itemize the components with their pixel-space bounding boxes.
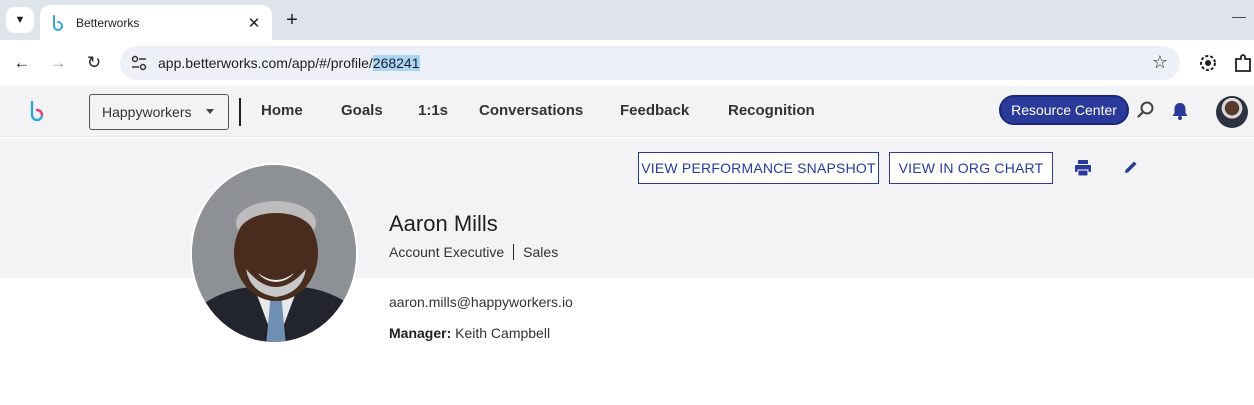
job-title-row: Account Executive Sales <box>389 244 558 260</box>
tab-close-icon[interactable]: ✕ <box>244 13 264 33</box>
profile-photo-illustration <box>192 165 356 342</box>
back-arrow-icon[interactable]: ← <box>9 50 35 76</box>
manager-label: Manager: <box>389 325 452 341</box>
betterworks-logo-icon[interactable] <box>26 100 48 122</box>
view-performance-snapshot-button[interactable]: VIEW PERFORMANCE SNAPSHOT <box>638 152 879 184</box>
search-icon[interactable] <box>1136 100 1156 120</box>
bookmark-star-icon[interactable]: ☆ <box>1152 52 1168 73</box>
browser-tabstrip: ▼ Betterworks ✕ + — <box>0 0 1254 40</box>
window-minimize-icon[interactable]: — <box>1232 8 1246 24</box>
profile-photo <box>190 163 358 344</box>
caret-down-icon <box>206 109 214 114</box>
extension-gear-icon[interactable] <box>1197 52 1219 74</box>
profile-header-band <box>0 138 1254 278</box>
site-info-tune-icon[interactable] <box>128 52 150 74</box>
edit-pencil-icon[interactable] <box>1123 159 1139 175</box>
nav-link-conversations[interactable]: Conversations <box>479 102 583 119</box>
title-separator <box>513 244 515 260</box>
url-text: app.betterworks.com/app/#/profile/268241 <box>158 55 420 71</box>
job-title: Account Executive <box>389 244 505 260</box>
manager-row: Manager: Keith Campbell <box>389 325 550 341</box>
extensions-puzzle-icon[interactable] <box>1232 52 1254 74</box>
forward-arrow-icon[interactable]: → <box>45 50 71 76</box>
profile-email[interactable]: aaron.mills@happyworkers.io <box>389 294 573 310</box>
address-bar[interactable]: app.betterworks.com/app/#/profile/268241… <box>120 46 1180 80</box>
nav-link-one-on-ones[interactable]: 1:1s <box>418 102 448 119</box>
nav-link-goals[interactable]: Goals <box>341 102 383 119</box>
notification-bell-icon[interactable] <box>1170 101 1190 121</box>
reload-icon[interactable]: ↻ <box>81 50 107 76</box>
nav-link-feedback[interactable]: Feedback <box>620 102 689 119</box>
resource-center-button[interactable]: Resource Center <box>999 95 1129 125</box>
browser-toolbar: ← → ↻ app.betterworks.com/app/#/profile/… <box>0 40 1254 86</box>
browser-tab[interactable]: Betterworks ✕ <box>40 5 272 40</box>
print-icon[interactable] <box>1073 158 1093 178</box>
tab-title: Betterworks <box>76 15 140 30</box>
betterworks-favicon-icon <box>53 14 63 31</box>
department: Sales <box>523 244 559 260</box>
nav-link-home[interactable]: Home <box>261 102 303 119</box>
organization-select-value: Happyworkers <box>102 104 192 120</box>
nav-link-recognition[interactable]: Recognition <box>728 102 815 119</box>
profile-name: Aaron Mills <box>389 211 498 236</box>
user-avatar[interactable] <box>1216 96 1248 128</box>
nav-divider <box>239 98 241 126</box>
view-in-org-chart-button[interactable]: VIEW IN ORG CHART <box>889 152 1053 184</box>
manager-name[interactable]: Keith Campbell <box>455 325 550 341</box>
new-tab-plus-icon[interactable]: + <box>280 8 304 32</box>
organization-select[interactable]: Happyworkers <box>89 94 229 130</box>
app-navigation-bar: Happyworkers Home Goals 1:1s Conversatio… <box>0 86 1254 137</box>
tab-search-chevron-icon[interactable]: ▼ <box>6 7 34 33</box>
url-selection: 268241 <box>372 55 420 71</box>
